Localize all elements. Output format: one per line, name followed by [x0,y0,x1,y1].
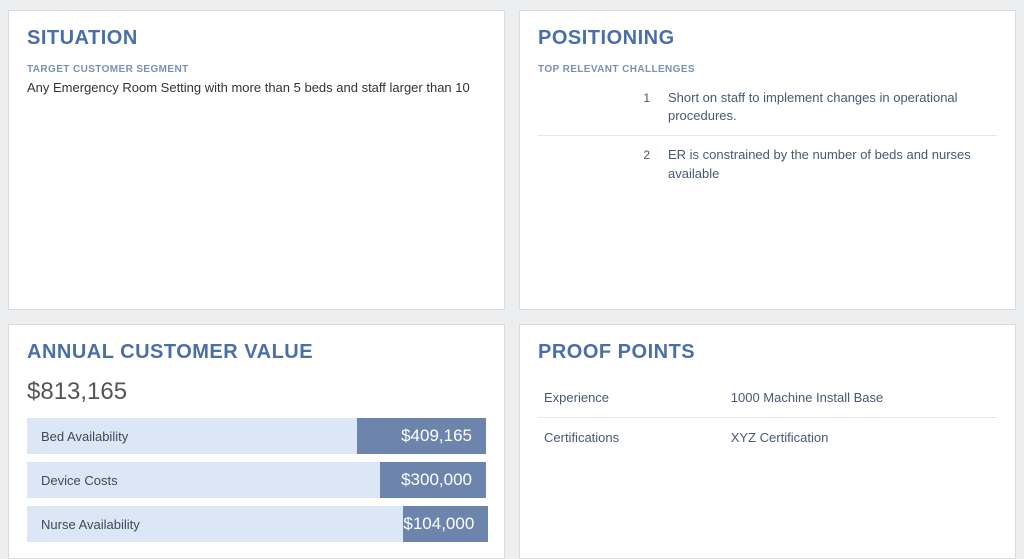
proof-row: CertificationsXYZ Certification [538,418,997,457]
positioning-sublabel: TOP RELEVANT CHALLENGES [538,64,997,75]
challenge-text: ER is constrained by the number of beds … [668,146,997,182]
acv-bar-value: $300,000 [380,462,486,498]
proof-value: XYZ Certification [731,430,997,445]
acv-bar-label: Nurse Availability [27,506,403,542]
situation-text: Any Emergency Room Setting with more tha… [27,79,486,97]
acv-bar-label: Bed Availability [27,418,357,454]
acv-total: $813,165 [27,378,486,406]
acv-bar-value: $104,000 [403,506,488,542]
proof-heading: PROOF POINTS [538,341,997,364]
challenge-text: Short on staff to implement changes in o… [668,89,997,125]
acv-heading: ANNUAL CUSTOMER VALUE [27,341,486,364]
acv-bar-row: Nurse Availability$104,000 [27,506,486,542]
annual-customer-value-card: ANNUAL CUSTOMER VALUE $813,165 Bed Avail… [8,324,505,559]
positioning-list: 1Short on staff to implement changes in … [538,79,997,193]
challenge-number: 1 [538,89,668,105]
acv-bar-row: Bed Availability$409,165 [27,418,486,454]
challenge-row: 1Short on staff to implement changes in … [538,79,997,136]
situation-heading: SITUATION [27,27,486,50]
proof-key: Experience [538,390,731,405]
challenge-row: 2ER is constrained by the number of beds… [538,136,997,192]
situation-card: SITUATION TARGET CUSTOMER SEGMENT Any Em… [8,10,505,310]
acv-bar-value: $409,165 [357,418,486,454]
proof-row: Experience1000 Machine Install Base [538,378,997,418]
positioning-heading: POSITIONING [538,27,997,50]
challenge-number: 2 [538,146,668,162]
acv-bar-list: Bed Availability$409,165 Device Costs$300… [27,418,486,542]
proof-key: Certifications [538,430,731,445]
situation-sublabel: TARGET CUSTOMER SEGMENT [27,64,486,75]
proof-points-card: PROOF POINTS Experience1000 Machine Inst… [519,324,1016,559]
positioning-card: POSITIONING TOP RELEVANT CHALLENGES 1Sho… [519,10,1016,310]
acv-bar-label: Device Costs [27,462,380,498]
proof-list: Experience1000 Machine Install BaseCerti… [538,378,997,457]
proof-value: 1000 Machine Install Base [731,390,997,405]
acv-bar-row: Device Costs$300,000 [27,462,486,498]
